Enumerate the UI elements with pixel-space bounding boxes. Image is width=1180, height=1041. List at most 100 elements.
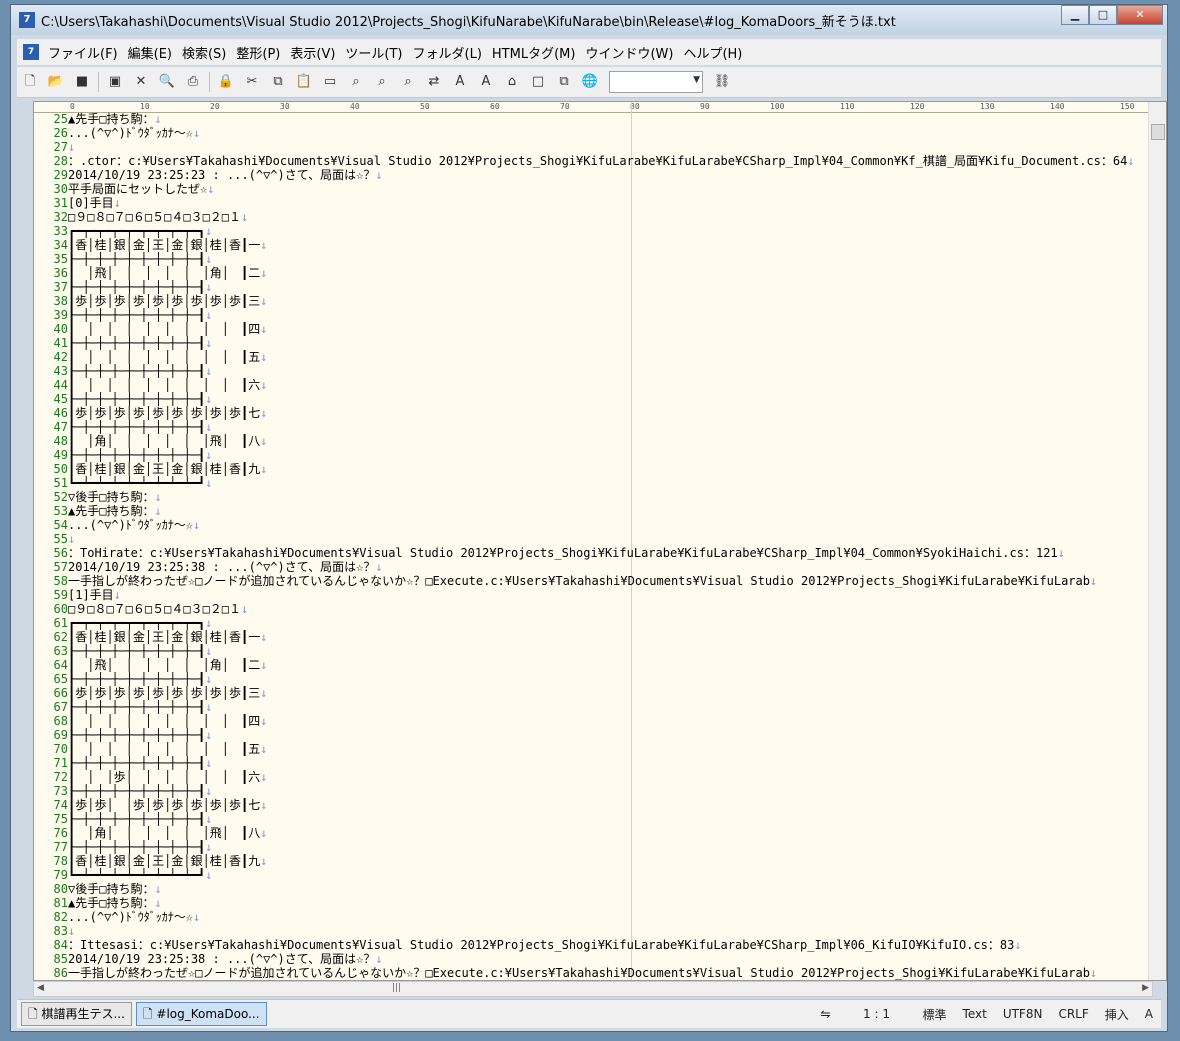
editor-line[interactable]: 82...(^▽^)ﾄﾞｳﾀﾞｯｶﾅ～☆↓ — [34, 910, 1154, 924]
save-as-icon[interactable]: ▣ — [104, 71, 126, 93]
editor-line[interactable]: 31[0]手目↓ — [34, 196, 1154, 210]
minimize-button[interactable]: ▁ — [1061, 5, 1089, 25]
editor-line[interactable]: 66┃歩│歩│歩│歩│歩│歩│歩│歩│歩┃三↓ — [34, 686, 1154, 700]
editor-line[interactable]: 58一手指しが終わったぜ☆□ノードが追加されているんじゃないか☆？□Execut… — [34, 574, 1154, 588]
menu-view[interactable]: 表示(V) — [285, 43, 340, 62]
editor-line[interactable]: 47┠─┼─┼─┼─┼─┼─┼─┼─┼─┨↓ — [34, 420, 1154, 434]
encoding-indicator[interactable]: UTF8N — [995, 1007, 1051, 1021]
editor-text-area[interactable]: 25▲先手□持ち駒：↓ 26...(^▽^)ﾄﾞｳﾀﾞｯｶﾅ～☆↓ 27↓ 28：.c… — [34, 112, 1154, 980]
vertical-scrollbar[interactable] — [1148, 102, 1166, 980]
editor-line[interactable]: 78┃香│桂│銀│金│王│金│銀│桂│香┃九↓ — [34, 854, 1154, 868]
editor-line[interactable]: 76┃ │角│ │ │ │ │ │飛│ ┃八↓ — [34, 826, 1154, 840]
menu-folder[interactable]: フォルダ(L) — [408, 43, 487, 62]
editor-line[interactable]: 84：Ittesasi：c:¥Users¥Takahashi¥Documents… — [34, 938, 1154, 952]
editor-line[interactable]: 71┠─┼─┼─┼─┼─┼─┼─┼─┼─┨↓ — [34, 756, 1154, 770]
editor-line[interactable]: 61┏━┯━┯━┯━┯━┯━┯━┯━┯━┓↓ — [34, 616, 1154, 630]
lock-icon[interactable]: 🔒 — [215, 71, 237, 93]
editor-line[interactable]: 40┃ │ │ │ │ │ │ │ │ ┃四↓ — [34, 322, 1154, 336]
editor-line[interactable]: 37┠─┼─┼─┼─┼─┼─┼─┼─┼─┨↓ — [34, 280, 1154, 294]
editor-line[interactable]: 41┠─┼─┼─┼─┼─┼─┼─┼─┼─┨↓ — [34, 336, 1154, 350]
menu-edit[interactable]: 編集(E) — [123, 43, 177, 62]
windows-icon[interactable]: ⧉ — [553, 71, 575, 93]
editor-line[interactable]: 572014/10/19 23:25:38 : ...(^▽^)さて、局面は☆？… — [34, 560, 1154, 574]
editor-line[interactable]: 49┠─┼─┼─┼─┼─┼─┼─┼─┼─┨↓ — [34, 448, 1154, 462]
editor-line[interactable]: 36┃ │飛│ │ │ │ │ │角│ ┃二↓ — [34, 266, 1154, 280]
app-menu-icon[interactable]: 7 — [23, 44, 39, 60]
text-editor[interactable]: 0 10 20 30 40 50 60 70 80 90 100 110 120… — [33, 101, 1167, 981]
highlight-icon[interactable]: A — [449, 71, 471, 93]
editor-line[interactable]: 74┃歩│歩│ │歩│歩│歩│歩│歩│歩┃七↓ — [34, 798, 1154, 812]
find-icon[interactable]: ⌕ — [345, 71, 367, 93]
editor-line[interactable]: 33┏━┯━┯━┯━┯━┯━┯━┯━┯━┓↓ — [34, 224, 1154, 238]
editor-line[interactable]: 65┠─┼─┼─┼─┼─┼─┼─┼─┼─┨↓ — [34, 672, 1154, 686]
cut-icon[interactable]: ✂ — [241, 71, 263, 93]
maximize-button[interactable]: □ — [1089, 5, 1117, 25]
editor-line[interactable]: 63┠─┼─┼─┼─┼─┼─┼─┼─┼─┨↓ — [34, 644, 1154, 658]
mode-selector[interactable]: 標準 — [915, 1006, 955, 1023]
editor-line[interactable]: 86一手指しが終わったぜ☆□ノードが追加されているんじゃないか☆？□Execut… — [34, 966, 1154, 980]
editor-line[interactable]: 79┗━┷━┷━┷━┷━┷━┷━┷━┷━┛↓ — [34, 868, 1154, 882]
editor-line[interactable]: 35┠─┼─┼─┼─┼─┼─┼─┼─┼─┨↓ — [34, 252, 1154, 266]
spellcheck-icon[interactable]: A — [475, 71, 497, 93]
line-ending-indicator[interactable]: CRLF — [1050, 1007, 1096, 1021]
editor-line[interactable]: 83↓ — [34, 924, 1154, 938]
scroll-right-icon[interactable]: ▶ — [1142, 983, 1149, 993]
horizontal-scroll-thumb[interactable]: ||| — [392, 983, 401, 993]
copy-icon[interactable]: ⧉ — [267, 71, 289, 93]
editor-line[interactable]: 38┃歩│歩│歩│歩│歩│歩│歩│歩│歩┃三↓ — [34, 294, 1154, 308]
editor-line[interactable]: 60□９□８□７□６□５□４□３□２□１↓ — [34, 602, 1154, 616]
menu-search[interactable]: 検索(S) — [177, 43, 231, 62]
editor-line[interactable]: 64┃ │飛│ │ │ │ │ │角│ ┃二↓ — [34, 658, 1154, 672]
editor-line[interactable]: 70┃ │ │ │ │ │ │ │ │ ┃五↓ — [34, 742, 1154, 756]
editor-line[interactable]: 72┃ │ │歩│ │ │ │ │ │ ┃六↓ — [34, 770, 1154, 784]
editor-line[interactable]: 51┗━┷━┷━┷━┷━┷━┷━┷━┷━┛↓ — [34, 476, 1154, 490]
replace-icon[interactable]: ⇄ — [423, 71, 445, 93]
window-icon[interactable]: ▭ — [319, 71, 341, 93]
editor-line[interactable]: 39┠─┼─┼─┼─┼─┼─┼─┼─┼─┨↓ — [34, 308, 1154, 322]
editor-line[interactable]: 852014/10/19 23:25:38 : ...(^▽^)さて、局面は☆？… — [34, 952, 1154, 966]
editor-line[interactable]: 53▲先手□持ち駒：↓ — [34, 504, 1154, 518]
box-icon[interactable]: □ — [527, 71, 549, 93]
editor-line[interactable]: 42┃ │ │ │ │ │ │ │ │ ┃五↓ — [34, 350, 1154, 364]
find-prev-icon[interactable]: ⌕ — [397, 71, 419, 93]
browser-globe-icon[interactable]: 🌐 — [579, 71, 601, 93]
binoculars-icon[interactable]: ⛓ — [711, 71, 733, 93]
file-type-selector[interactable]: Text — [955, 1007, 995, 1021]
close-file-icon[interactable]: ✕ — [130, 71, 152, 93]
editor-line[interactable]: 80▽後手□持ち駒：↓ — [34, 882, 1154, 896]
editor-line[interactable]: 34┃香│桂│銀│金│王│金│銀│桂│香┃一↓ — [34, 238, 1154, 252]
menu-help[interactable]: ヘルプ(H) — [678, 43, 747, 62]
editor-line[interactable]: 43┠─┼─┼─┼─┼─┼─┼─┼─┼─┨↓ — [34, 364, 1154, 378]
editor-line[interactable]: 55↓ — [34, 532, 1154, 546]
editor-line[interactable]: 32□９□８□７□６□５□４□３□２□１↓ — [34, 210, 1154, 224]
open-folder-icon[interactable]: 📂 — [45, 71, 67, 93]
editor-line[interactable]: 45┠─┼─┼─┼─┼─┼─┼─┼─┼─┨↓ — [34, 392, 1154, 406]
editor-line[interactable]: 50┃香│桂│銀│金│王│金│銀│桂│香┃九↓ — [34, 462, 1154, 476]
editor-line[interactable]: 62┃香│桂│銀│金│王│金│銀│桂│香┃一↓ — [34, 630, 1154, 644]
menu-file[interactable]: ファイル(F) — [43, 43, 123, 62]
tag-icon[interactable]: ⌂ — [501, 71, 523, 93]
find-next-icon[interactable]: ⌕ — [371, 71, 393, 93]
editor-line[interactable]: 75┠─┼─┼─┼─┼─┼─┼─┼─┼─┨↓ — [34, 812, 1154, 826]
editor-line[interactable]: 292014/10/19 23:25:23 : ...(^▽^)さて、局面は☆？… — [34, 168, 1154, 182]
editor-line[interactable]: 56：ToHirate：c:¥Users¥Takahashi¥Documents… — [34, 546, 1154, 560]
editor-line[interactable]: 77┠─┼─┼─┼─┼─┼─┼─┼─┼─┨↓ — [34, 840, 1154, 854]
editor-line[interactable]: 52▽後手□持ち駒：↓ — [34, 490, 1154, 504]
editor-line[interactable]: 54...(^▽^)ﾄﾞｳﾀﾞｯｶﾅ～☆↓ — [34, 518, 1154, 532]
editor-line[interactable]: 73┠─┼─┼─┼─┼─┼─┼─┼─┼─┨↓ — [34, 784, 1154, 798]
editor-line[interactable]: 27↓ — [34, 140, 1154, 154]
editor-line[interactable]: 44┃ │ │ │ │ │ │ │ │ ┃六↓ — [34, 378, 1154, 392]
editor-line[interactable]: 30平手局面にセットしたぜ☆↓ — [34, 182, 1154, 196]
close-button[interactable]: ✕ — [1117, 5, 1163, 25]
tab-log-komadoors[interactable]: 🗋 #log_KomaDoo... — [135, 1002, 267, 1026]
editor-line[interactable]: 26...(^▽^)ﾄﾞｳﾀﾞｯｶﾅ～☆↓ — [34, 126, 1154, 140]
search-combo[interactable]: ▼ — [609, 71, 703, 93]
vertical-scroll-thumb[interactable] — [1151, 124, 1165, 140]
scroll-left-icon[interactable]: ◀ — [37, 983, 44, 993]
paste-icon[interactable]: 📋 — [293, 71, 315, 93]
document-list-icon[interactable]: ⇋ — [812, 1007, 838, 1021]
tab-kifu-replay-test[interactable]: 🗋 棋譜再生テス... — [21, 1002, 132, 1026]
print-preview-icon[interactable]: 🔍 — [156, 71, 178, 93]
editor-line[interactable]: 25▲先手□持ち駒：↓ — [34, 112, 1154, 126]
editor-line[interactable]: 46┃歩│歩│歩│歩│歩│歩│歩│歩│歩┃七↓ — [34, 406, 1154, 420]
